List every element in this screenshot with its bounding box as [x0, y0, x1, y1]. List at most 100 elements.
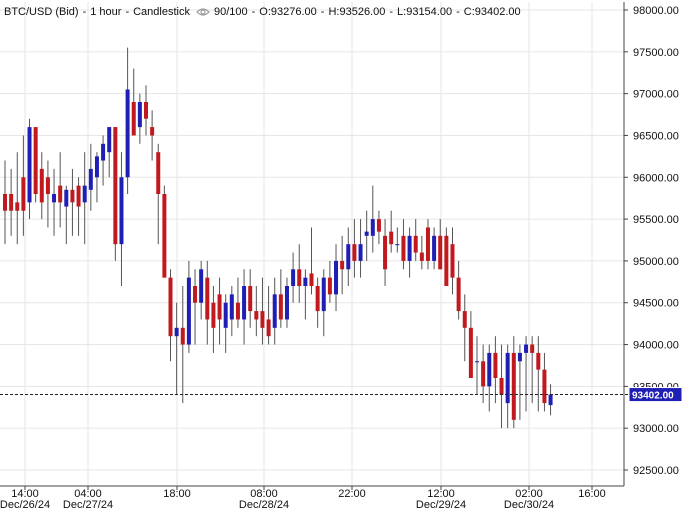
y-tick-label: 96500.00 [633, 130, 679, 142]
candle-body [229, 294, 234, 320]
candle-body [370, 219, 375, 236]
candle-body [511, 352, 516, 420]
candle-body [517, 352, 522, 362]
separator-4: - [320, 6, 325, 18]
candle-body [321, 277, 326, 312]
candle-body [58, 185, 63, 203]
candle-body [278, 294, 283, 320]
separator-2: - [125, 6, 130, 18]
candle-body [407, 235, 412, 261]
candle-body [352, 244, 357, 261]
candle-body [425, 227, 430, 261]
candle-body [364, 231, 369, 236]
candle-body [291, 269, 296, 286]
candle-body [327, 277, 332, 295]
x-date-label: Dec/30/24 [504, 499, 554, 509]
y-tick-label: 94000.00 [633, 340, 679, 352]
candle-body [340, 260, 345, 270]
candle-body [168, 277, 173, 337]
x-tick-label: 16:00 [578, 488, 606, 500]
candle-body [107, 127, 112, 153]
x-date-label: Dec/26/24 [0, 499, 50, 509]
close-value: C:93402.00 [463, 6, 521, 18]
candlestick-chart[interactable]: 92500.0093000.0093500.0094000.0094500.00… [0, 0, 686, 511]
candle-body [223, 302, 228, 328]
candle-body [493, 352, 498, 378]
candle-body [475, 361, 480, 363]
x-date-label: Dec/29/24 [416, 499, 466, 509]
candle-body [303, 277, 308, 286]
candle-body [143, 102, 148, 119]
candle-body [174, 327, 179, 337]
chart-style-label[interactable]: Candlestick [133, 6, 190, 18]
candle-body [199, 269, 204, 303]
candle-body [33, 127, 38, 194]
candle-body [52, 194, 57, 203]
candle-body [211, 302, 216, 328]
candle-body [260, 311, 265, 328]
candle-body [82, 185, 87, 203]
candle-body [358, 244, 363, 261]
candle-body [15, 202, 20, 211]
candle-body [383, 235, 388, 270]
x-tick-label: 18:00 [163, 488, 191, 500]
candle-body [180, 327, 185, 345]
chart-root: 92500.0093000.0093500.0094000.0094500.00… [0, 0, 686, 511]
candle-body [94, 156, 99, 178]
visibility-label: 90/100 [213, 6, 248, 18]
candle-body [162, 194, 167, 278]
candle-body [101, 143, 106, 161]
candle-body [432, 235, 437, 261]
candle-body [125, 89, 130, 178]
candle-body [193, 286, 198, 303]
candle-body [444, 235, 449, 286]
open-value: O:93276.00 [259, 6, 317, 18]
y-tick-label: 94500.00 [633, 298, 679, 310]
candle-body [76, 185, 81, 207]
candle-body [542, 369, 547, 404]
candle-body [150, 127, 155, 136]
candle-body [450, 244, 455, 278]
candle-body [548, 394, 553, 406]
y-tick-label: 98000.00 [633, 5, 679, 17]
candle-body [242, 286, 247, 320]
candle-body [266, 319, 271, 337]
candle-body [119, 177, 124, 245]
candle-body [456, 277, 461, 312]
candle-body [186, 277, 191, 345]
eye-icon[interactable] [196, 7, 210, 17]
y-tick-label: 96000.00 [633, 172, 679, 184]
candle-body [254, 311, 259, 320]
candle-body [315, 286, 320, 312]
candle-body [217, 294, 222, 320]
candle-body [137, 102, 142, 128]
candle [444, 227, 449, 286]
candle-body [235, 302, 240, 320]
candle-body [156, 152, 161, 194]
y-tick-label: 95000.00 [633, 256, 679, 268]
candle-body [39, 168, 44, 203]
candle-body [70, 189, 75, 203]
interval-label[interactable]: 1 hour [90, 6, 121, 18]
candle-body [113, 127, 118, 245]
candle-body [3, 194, 7, 211]
candle [33, 127, 38, 203]
candle-body [487, 352, 492, 387]
candle-body [131, 102, 136, 136]
candle-body [27, 127, 32, 203]
candle-body [468, 327, 473, 378]
candle-body [530, 344, 535, 353]
last-price-label: 93402.00 [632, 391, 674, 402]
candle [162, 185, 167, 278]
x-date-label: Dec/28/24 [239, 499, 289, 509]
y-tick-label: 95500.00 [633, 214, 679, 226]
candle-body [395, 244, 400, 246]
candle-body [297, 269, 302, 286]
candle-body [499, 378, 504, 395]
candle-body [419, 252, 424, 261]
candle-body [346, 244, 351, 270]
candle-body [88, 168, 93, 190]
candle-body [284, 286, 289, 320]
separator-3: - [251, 6, 256, 18]
candle-body [334, 260, 339, 295]
